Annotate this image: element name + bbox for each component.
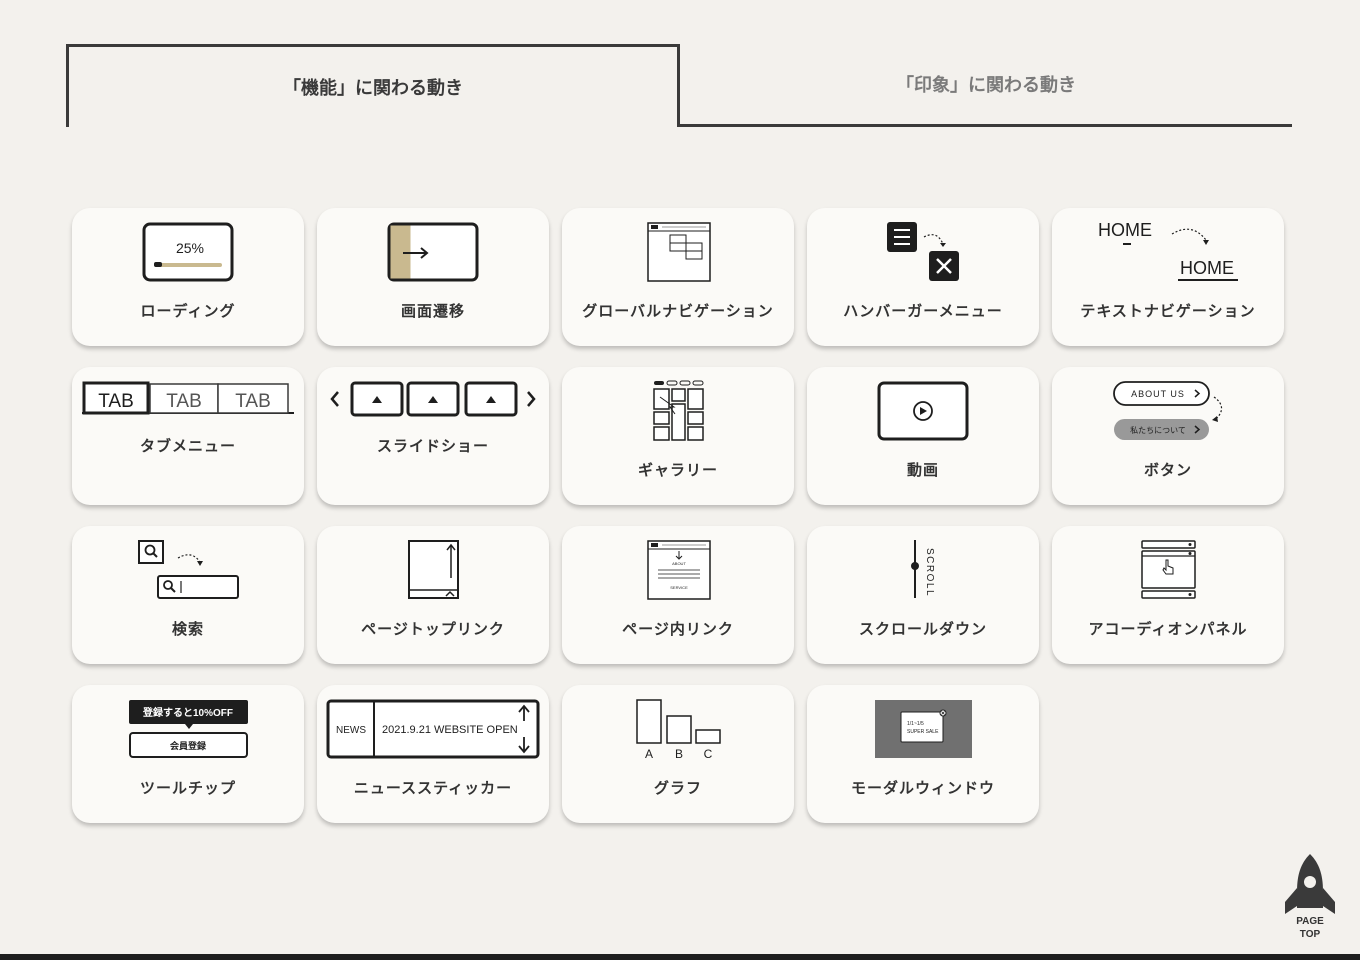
card-loading[interactable]: 25% ローディング [72, 208, 304, 346]
news-headline-text: 2021.9.21 WEBSITE OPEN [382, 724, 518, 736]
graph-label-c: C [704, 747, 713, 761]
card-tab-menu[interactable]: TAB TAB TAB タブメニュー [72, 367, 304, 505]
bottom-bar [0, 954, 1360, 960]
card-label: グローバルナビゲーション [582, 302, 774, 320]
home-text: HOME [1098, 220, 1152, 240]
card-hamburger-menu[interactable]: ハンバーガーメニュー [807, 208, 1039, 346]
loading-percent-text: 25% [176, 240, 204, 256]
sale-date-text: 1/1~1/5 [907, 721, 924, 727]
card-label: グラフ [653, 779, 702, 797]
modal-window-icon: 1/1~1/5 SUPER SALE [875, 700, 972, 758]
card-label: タブメニュー [139, 437, 236, 455]
card-label: ローディング [140, 302, 236, 320]
text-navigation-icon: HOME HOME [1098, 220, 1238, 281]
card-label: ページトップリンク [361, 620, 505, 638]
gallery-icon [653, 380, 704, 441]
about-us-jp-text: 私たちについて [1130, 426, 1186, 435]
card-text-navigation[interactable]: HOME HOME テキストナビゲーション [1052, 208, 1284, 346]
graph-label-a: A [645, 747, 653, 761]
global-navigation-icon [647, 222, 711, 282]
card-label: モーダルウィンドウ [850, 779, 995, 797]
super-sale-text: SUPER SALE [907, 729, 939, 735]
card-label: ページ内リンク [622, 620, 734, 638]
tab-text: TAB [235, 391, 271, 412]
page-top-button[interactable]: PAGE TOP [1280, 852, 1340, 944]
tab-text-active: TAB [98, 391, 134, 412]
card-label: 画面遷移 [400, 302, 465, 320]
about-us-text: ABOUT US [1131, 389, 1185, 399]
card-slideshow[interactable]: スライドショー [317, 367, 549, 505]
card-label: ギャラリー [637, 461, 718, 479]
tooltip-text: 登録すると10%OFF [142, 706, 233, 719]
card-label: スクロールダウン [858, 620, 987, 638]
tooltip-icon: 登録すると10%OFF 会員登録 [129, 700, 248, 758]
card-label: ボタン [1143, 461, 1192, 479]
graph-label-b: B [675, 747, 683, 761]
scroll-text: SCROLL [924, 548, 935, 597]
page-transition-icon [387, 222, 479, 282]
tab-impression-motion[interactable]: 「印象」に関わる動き [680, 44, 1292, 127]
tab-function-motion[interactable]: 「機能」に関わる動き [66, 44, 680, 127]
card-tooltip[interactable]: 登録すると10%OFF 会員登録 ツールチップ [72, 685, 304, 823]
service-text: SERVICE [670, 585, 688, 590]
card-label: 動画 [906, 461, 939, 479]
card-label: ツールチップ [139, 779, 236, 797]
card-page-transition[interactable]: 画面遷移 [317, 208, 549, 346]
card-button[interactable]: ABOUT US 私たちについて ボタン [1052, 367, 1284, 505]
card-label: 検索 [171, 620, 204, 638]
accordion-panel-icon [1141, 540, 1196, 599]
card-modal-window[interactable]: 1/1~1/5 SUPER SALE モーダルウィンドウ [807, 685, 1039, 823]
search-icon [138, 540, 239, 599]
card-label: スライドショー [376, 437, 489, 455]
category-tabs: 「機能」に関わる動き 「印象」に関わる動き [66, 44, 1292, 128]
page-top-label-2: TOP [1299, 929, 1321, 940]
card-page-top-link[interactable]: ページトップリンク [317, 526, 549, 664]
about-text: ABOUT [672, 561, 686, 566]
graph-icon: A B C [636, 699, 721, 761]
in-page-link-icon: ABOUT SERVICE [647, 540, 711, 600]
member-register-text: 会員登録 [170, 740, 207, 751]
card-label: テキストナビゲーション [1080, 302, 1256, 320]
card-scroll-down[interactable]: SCROLL スクロールダウン [807, 526, 1039, 664]
card-label: アコーディオンパネル [1088, 620, 1248, 638]
home-text-active: HOME [1180, 258, 1234, 278]
button-icon: ABOUT US 私たちについて [1113, 381, 1223, 440]
news-ticker-icon: NEWS 2021.9.21 WEBSITE OPEN [326, 699, 540, 759]
tab-text: TAB [166, 391, 202, 412]
rocket-icon [1285, 854, 1335, 914]
card-search[interactable]: 検索 [72, 526, 304, 664]
card-label: ハンバーガーメニュー [843, 302, 1003, 320]
news-text: NEWS [336, 725, 366, 736]
card-video[interactable]: 動画 [807, 367, 1039, 505]
card-accordion-panel[interactable]: アコーディオンパネル [1052, 526, 1284, 664]
hamburger-menu-icon [887, 222, 959, 281]
card-in-page-link[interactable]: ABOUT SERVICE ページ内リンク [562, 526, 794, 664]
scroll-down-icon: SCROLL [911, 540, 935, 598]
loading-icon: 25% [142, 222, 234, 282]
card-news-ticker[interactable]: NEWS 2021.9.21 WEBSITE OPEN ニューススティッカー [317, 685, 549, 823]
card-graph[interactable]: A B C グラフ [562, 685, 794, 823]
video-icon [877, 381, 969, 441]
page-top-label-1: PAGE [1296, 916, 1324, 927]
card-gallery[interactable]: ギャラリー [562, 367, 794, 505]
card-label: ニューススティッカー [353, 779, 513, 797]
page-top-link-icon [408, 540, 459, 599]
card-global-navigation[interactable]: グローバルナビゲーション [562, 208, 794, 346]
